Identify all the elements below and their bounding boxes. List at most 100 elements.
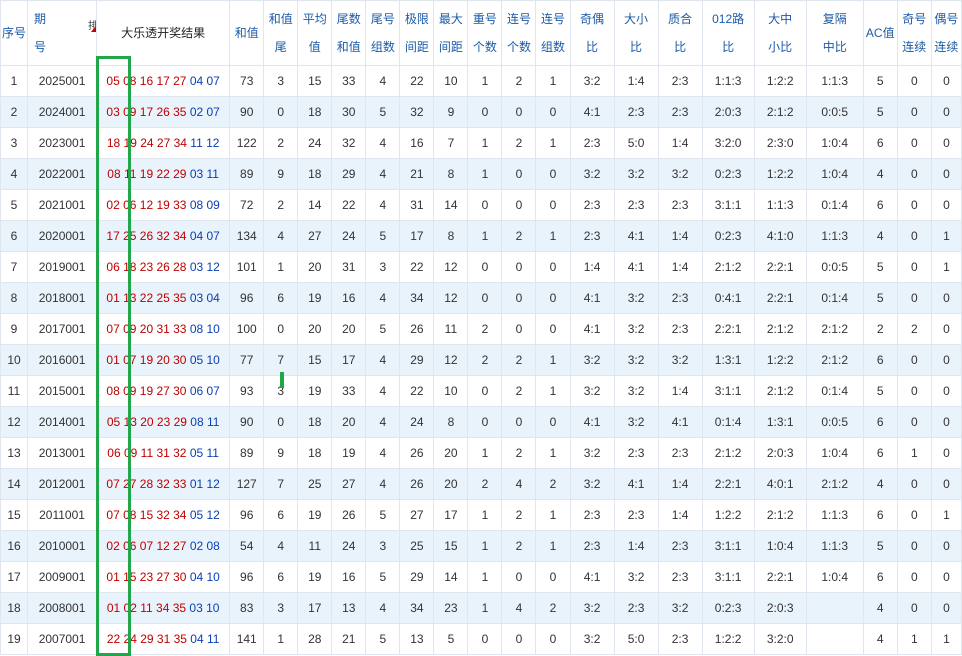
blue-numbers: 05 12: [189, 508, 220, 522]
table-row[interactable]: 13 2013001 06 09 11 31 32 05 11 89 9 18 19 4 26 2…: [0, 437, 962, 469]
sort-arrow-icon[interactable]: [91, 27, 96, 32]
cell-draw-result: 01 13 22 25 35 03 04: [96, 282, 231, 314]
cell-index: 7: [0, 251, 29, 283]
blue-numbers: 11 12: [190, 136, 220, 150]
blue-numbers: 04 10: [189, 570, 220, 584]
red-numbers: 17 25 26 32 34: [106, 229, 187, 243]
cell-odd-even: 3:2: [569, 468, 615, 500]
cell-repeat-skip-mid: 1:1:3: [805, 220, 864, 252]
cell-draw-result: 03 09 17 26 35 02 07: [96, 96, 231, 128]
cell-repeat-skip-mid: 2:1:2: [805, 344, 864, 376]
table-row[interactable]: 5 2021001 02 06 12 19 33 08 09 72 2 14 22 4 31 14…: [0, 189, 962, 221]
cell-consecutive-count: 2: [501, 127, 537, 159]
cell-route-012: 0:1:4: [701, 406, 755, 438]
cell-sum: 134: [229, 220, 265, 252]
table-row[interactable]: 6 2020001 17 25 26 32 34 04 07 134 4 27 24 5 17 8…: [0, 220, 962, 252]
table-row[interactable]: 19 2007001 22 24 29 31 35 04 11 141 1 28 21 5 13…: [0, 623, 962, 655]
cell-big-small: 2:3: [613, 592, 659, 624]
table-row[interactable]: 8 2018001 01 13 22 25 35 03 04 96 6 19 16 4 34 12…: [0, 282, 962, 314]
cell-odd-consecutive: 0: [896, 561, 932, 593]
table-row[interactable]: 1 2025001 05 08 16 17 27 04 07 73 3 15 33 4 22 10…: [0, 65, 962, 97]
table-row[interactable]: 4 2022001 08 11 19 22 29 03 11 89 9 18 29 4 21 8 1…: [0, 158, 962, 190]
table-row[interactable]: 11 2015001 08 09 19 27 30 06 07 93 3 19 33 4 22 1…: [0, 375, 962, 407]
cell-prime-composite: 2:3: [657, 282, 703, 314]
header-max-gap: 最大 间距: [433, 0, 469, 66]
cell-prime-composite: 1:4: [657, 499, 703, 531]
cell-prime-composite: 3:2: [657, 344, 703, 376]
cell-consecutive-groups: 0: [535, 282, 571, 314]
cell-consecutive-count: 0: [501, 189, 537, 221]
table-row[interactable]: 18 2008001 01 02 11 34 35 03 10 83 3 17 13 4 34 2…: [0, 592, 962, 624]
cell-index: 3: [0, 127, 29, 159]
cell-odd-even: 4:1: [569, 313, 615, 345]
cell-prime-composite: 1:4: [657, 375, 703, 407]
cell-odd-consecutive: 0: [896, 96, 932, 128]
cell-consecutive-count: 0: [501, 313, 537, 345]
blue-numbers: 02 07: [189, 105, 220, 119]
cell-extreme-span: 17: [399, 220, 435, 252]
table-row[interactable]: 17 2009001 01 15 23 27 30 04 10 96 6 19 16 5 29 1…: [0, 561, 962, 593]
cell-big-mid-small: 4:1:0: [753, 220, 807, 252]
cell-max-gap: 9: [433, 96, 469, 128]
header-even-consecutive: 偶号 连续: [930, 0, 962, 66]
cell-max-gap: 17: [433, 499, 469, 531]
cell-prime-composite: 1:4: [657, 468, 703, 500]
cell-extreme-span: 24: [399, 406, 435, 438]
cell-consecutive-count: 0: [501, 282, 537, 314]
cell-prime-composite: 2:3: [657, 313, 703, 345]
cell-ac-value: 5: [862, 282, 898, 314]
table-row[interactable]: 16 2010001 02 06 07 12 27 02 08 54 4 11 24 3 25 1…: [0, 530, 962, 562]
cell-index: 5: [0, 189, 29, 221]
table-row[interactable]: 14 2012001 07 27 28 32 33 01 12 127 7 25 27 4 26…: [0, 468, 962, 500]
cell-route-012: 0:2:3: [701, 592, 755, 624]
cell-consecutive-count: 0: [501, 251, 537, 283]
cell-tail-sum: 24: [331, 530, 367, 562]
cell-big-mid-small: 1:2:2: [753, 65, 807, 97]
table-row[interactable]: 12 2014001 05 13 20 23 29 08 11 90 0 18 20 4 24 8…: [0, 406, 962, 438]
cell-repeat-skip-mid: 0:0:5: [805, 406, 864, 438]
cell-repeat-count: 1: [467, 127, 503, 159]
cell-odd-consecutive: 0: [896, 189, 932, 221]
table-row[interactable]: 7 2019001 06 18 23 26 28 03 12 101 1 20 31 3 22 1…: [0, 251, 962, 283]
cell-consecutive-count: 4: [501, 592, 537, 624]
cell-tail-sum: 33: [331, 65, 367, 97]
header-prime-composite: 质合比: [657, 0, 703, 66]
cell-index: 17: [0, 561, 29, 593]
cell-average: 19: [297, 282, 333, 314]
table-row[interactable]: 3 2023001 18 19 24 27 34 11 12 122 2 24 32 4 16 7…: [0, 127, 962, 159]
cell-extreme-span: 29: [399, 561, 435, 593]
cell-sum-tail: 7: [263, 344, 299, 376]
cell-repeat-skip-mid: 1:1:3: [805, 530, 864, 562]
cell-even-consecutive: 0: [930, 344, 962, 376]
cell-even-consecutive: 0: [930, 313, 962, 345]
cell-draw-result: 01 15 23 27 30 04 10: [96, 561, 231, 593]
cell-repeat-count: 0: [467, 406, 503, 438]
table-row[interactable]: 2 2024001 03 09 17 26 35 02 07 90 0 18 30 5 32 9 0…: [0, 96, 962, 128]
cell-big-small: 4:1: [613, 251, 659, 283]
cell-tail-groups: 5: [365, 220, 401, 252]
cell-route-012: 2:1:2: [701, 251, 755, 283]
table-row[interactable]: 9 2017001 07 09 20 31 33 08 10 100 0 20 20 5 26 1…: [0, 313, 962, 345]
lottery-history-table: 序号 期 号 排序 大乐透开奖结果 和值 和值尾 平均值 尾数和值 尾号组数 极…: [0, 0, 962, 655]
header-odd-even: 奇偶比: [569, 0, 615, 66]
cell-big-small: 3:2: [613, 344, 659, 376]
table-row[interactable]: 15 2011001 07 08 15 32 34 05 12 96 6 19 26 5 27 1…: [0, 499, 962, 531]
cell-odd-consecutive: 0: [896, 499, 932, 531]
cell-tail-groups: 5: [365, 96, 401, 128]
cell-tail-groups: 4: [365, 592, 401, 624]
red-numbers: 08 09 19 27 30: [106, 384, 187, 398]
cell-index: 6: [0, 220, 29, 252]
cell-average: 20: [297, 313, 333, 345]
red-numbers: 06 09 11 31 32: [107, 446, 187, 460]
cell-even-consecutive: 0: [930, 189, 962, 221]
cell-big-mid-small: 2:0:3: [753, 437, 807, 469]
cell-ac-value: 5: [862, 530, 898, 562]
cell-even-consecutive: 0: [930, 437, 962, 469]
table-row[interactable]: 10 2016001 01 07 19 20 30 05 10 77 7 15 17 4 29 1…: [0, 344, 962, 376]
header-index[interactable]: 序号: [0, 0, 29, 66]
cell-ac-value: 2: [862, 313, 898, 345]
cell-max-gap: 12: [433, 344, 469, 376]
header-big-small: 大小比: [613, 0, 659, 66]
header-period[interactable]: 期 号 排序: [27, 0, 98, 66]
cell-odd-consecutive: 1: [896, 623, 932, 655]
